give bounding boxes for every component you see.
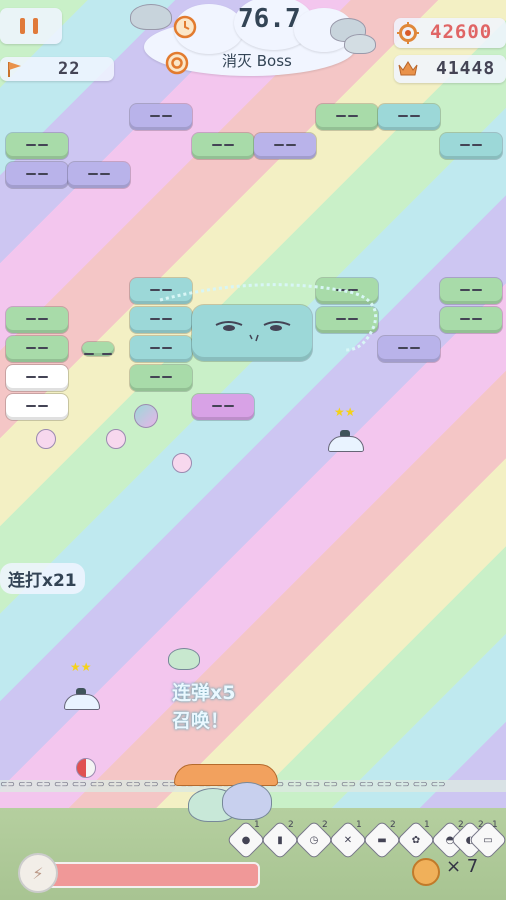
brick <box>6 162 68 188</box>
brick <box>378 104 440 130</box>
slot-count: 1 <box>492 820 498 830</box>
brick <box>254 133 316 159</box>
ball-icon: ● <box>241 834 251 846</box>
bomb-icon: ✕ <box>343 834 353 846</box>
pause-button[interactable] <box>0 8 62 44</box>
paddle-icon: ▭ <box>483 834 493 846</box>
brick <box>130 104 192 130</box>
flower-icon: ✿ <box>411 834 421 846</box>
combo-label: 连打x21 <box>0 563 85 594</box>
goal-label: 消灭 Boss <box>222 52 292 70</box>
best-score-panel: 41448 <box>394 55 506 83</box>
brick <box>6 133 68 159</box>
pot-powerup <box>326 430 364 452</box>
brick <box>316 104 378 130</box>
pause-icon-bar <box>33 18 38 34</box>
slot-count: 2 <box>322 820 328 830</box>
slot-count: 2 <box>288 820 294 830</box>
ball <box>36 429 56 449</box>
slot-count: 1 <box>424 820 430 830</box>
slime-blob <box>168 648 200 670</box>
level-indicator: 22 <box>0 57 114 81</box>
level-number: 22 <box>58 59 81 79</box>
clock-icon: ◷ <box>309 834 319 846</box>
combo-shot-message: 连弹x5 <box>172 682 236 704</box>
star-icon: ★★ <box>70 660 92 674</box>
brick <box>440 307 502 333</box>
slime-blob <box>344 34 376 54</box>
slime-blob <box>130 4 172 30</box>
slot-count: 1 <box>356 820 362 830</box>
summon-message: 召唤！ <box>172 710 230 732</box>
crosshair-icon <box>397 22 419 44</box>
pot-powerup <box>62 688 100 710</box>
target-icon <box>165 51 189 75</box>
slot-count: 1 <box>254 820 260 830</box>
bottle-icon: ▮ <box>277 834 283 846</box>
pause-icon <box>20 18 25 34</box>
brick-flashing <box>6 365 68 391</box>
slot-count: 2 <box>390 820 396 830</box>
energy-bar <box>36 862 260 888</box>
brick-flashing <box>6 394 68 420</box>
clock-icon <box>173 15 197 39</box>
brick <box>440 278 502 304</box>
timer-value: 76.7 <box>238 4 301 34</box>
ball <box>172 453 192 473</box>
brick <box>192 133 254 159</box>
brick <box>192 394 254 420</box>
flag-icon <box>8 62 21 77</box>
brick <box>6 336 68 362</box>
best-score-value: 41448 <box>436 58 496 79</box>
brick <box>68 162 130 188</box>
special-ball <box>134 404 158 428</box>
score-panel: 42600 <box>394 18 506 48</box>
coin-icon <box>412 858 440 886</box>
brick <box>6 307 68 333</box>
crown-icon <box>398 61 418 76</box>
energy-icon: ⚡ <box>18 853 58 893</box>
score-value: 42600 <box>430 21 493 43</box>
coin-count: × 7 <box>446 856 479 877</box>
boss-sparkle-trail <box>159 283 377 352</box>
mushroom-paddle[interactable] <box>174 764 278 786</box>
ball <box>106 429 126 449</box>
star-icon: ★★ <box>334 405 356 419</box>
ball <box>76 758 96 778</box>
slime-character <box>222 782 272 820</box>
brick-icon: ▬ <box>377 834 387 846</box>
brick-small <box>82 342 114 356</box>
brick <box>130 365 192 391</box>
brick <box>440 133 502 159</box>
